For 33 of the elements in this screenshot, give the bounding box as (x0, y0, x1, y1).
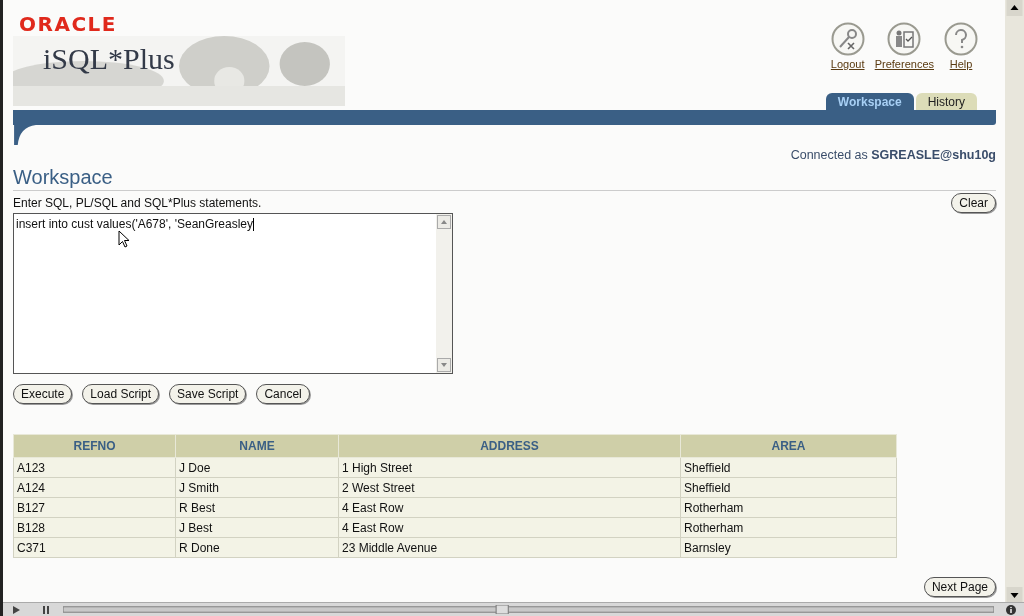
preferences-icon (887, 22, 922, 56)
action-button[interactable]: Save Script (169, 384, 247, 404)
action-button[interactable]: Cancel (256, 384, 310, 404)
sql-editor[interactable]: insert into cust values('A678', 'SeanGreasley (13, 213, 453, 374)
clear-button[interactable]: Clear (951, 193, 996, 213)
table-cell: B127 (13, 497, 176, 518)
table-cell: A123 (13, 457, 176, 478)
action-button[interactable]: Load Script (82, 384, 160, 404)
page-scrollbar[interactable] (1005, 0, 1024, 603)
product-title: iSQL*Plus (43, 42, 175, 76)
column-header: ADDRESS (338, 434, 681, 458)
table-cell: A124 (13, 477, 176, 498)
column-header: NAME (175, 434, 339, 458)
page-heading: Workspace (13, 166, 996, 191)
mouse-cursor-icon (118, 230, 130, 248)
column-header: REFNO (13, 434, 176, 458)
instruction-text: Enter SQL, PL/SQL and SQL*Plus statements. (13, 196, 262, 210)
action-button[interactable]: Execute (13, 384, 73, 404)
scroll-down-icon[interactable] (1006, 587, 1023, 603)
key-icon (830, 22, 865, 56)
help-link[interactable]: Help (944, 22, 978, 93)
column-header: AREA (680, 434, 897, 458)
tab[interactable]: Workspace (825, 93, 914, 110)
preferences-link[interactable]: Preferences (874, 22, 934, 93)
company-logo: ORACLE (19, 12, 118, 36)
table-cell: C371 (13, 537, 176, 558)
connection-status: Connected as SGREASLE@shu10g (789, 148, 996, 162)
tab[interactable]: History (915, 93, 977, 110)
table-cell: B128 (13, 517, 176, 538)
next-page-button[interactable]: Next Page (923, 577, 996, 597)
scroll-up-icon[interactable] (1006, 0, 1023, 16)
logout-link[interactable]: Logout (830, 22, 865, 93)
help-icon (944, 22, 978, 56)
